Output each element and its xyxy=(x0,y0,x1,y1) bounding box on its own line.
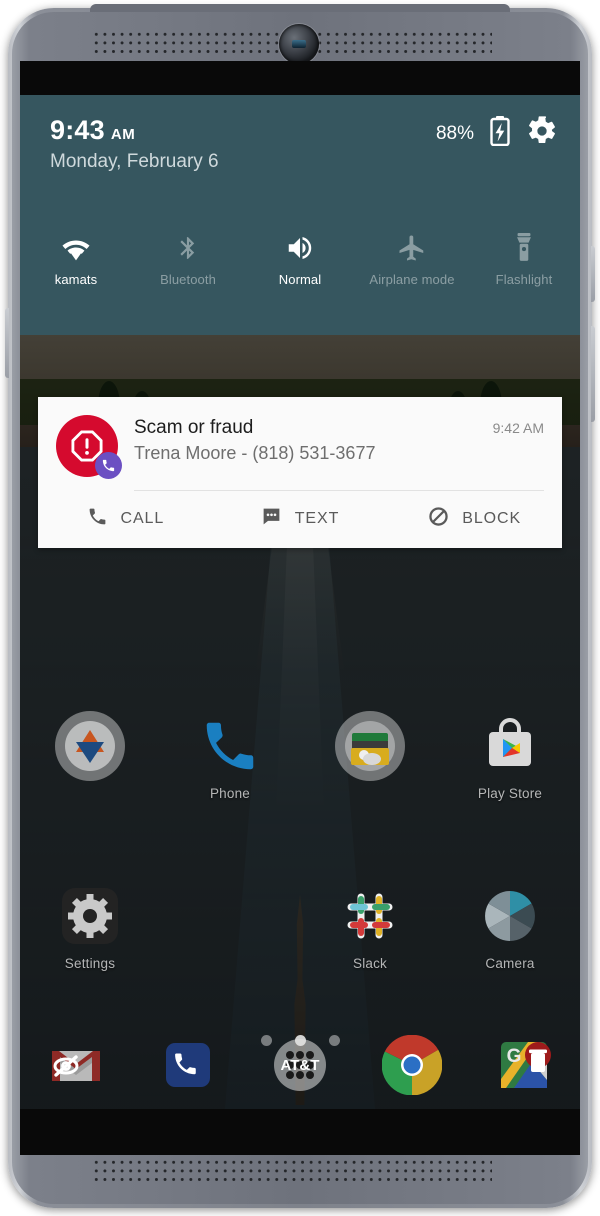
dock-item-gmail[interactable] xyxy=(20,1035,132,1095)
volume-up-icon xyxy=(284,233,316,263)
qs-tile-wifi[interactable]: kamats xyxy=(20,233,132,287)
status-indicators: 88% xyxy=(436,115,558,152)
dock-item-phone[interactable] xyxy=(132,1035,244,1095)
volume-button[interactable] xyxy=(591,326,595,422)
notification-card[interactable]: Scam or fraud 9:42 AM Trena Moore - (818… xyxy=(38,397,562,548)
app-label: Play Store xyxy=(477,786,543,801)
app-label: Phone xyxy=(209,786,251,801)
qs-tile-bluetooth[interactable]: Bluetooth xyxy=(132,233,244,287)
screen-bezel-top xyxy=(20,61,580,95)
phone-badge-icon xyxy=(95,452,122,479)
qs-tile-label: Flashlight xyxy=(495,272,553,287)
app-label: Slack xyxy=(352,956,387,971)
airplane-icon xyxy=(396,233,428,263)
phone-screen: Phone Play Store Settings Slack Camera A… xyxy=(20,61,580,1155)
qs-tile-volume[interactable]: Normal xyxy=(244,233,356,287)
app-row-1: Phone Play Store xyxy=(20,711,580,801)
notification-actions: CALL TEXT BLOCK xyxy=(38,491,562,548)
notification-action-text[interactable]: TEXT xyxy=(213,506,388,532)
block-icon xyxy=(428,506,449,532)
notification-action-call[interactable]: CALL xyxy=(38,506,213,532)
battery-percent-label: 88% xyxy=(435,122,474,144)
qs-tile-airplane-mode[interactable]: Airplane mode xyxy=(356,233,468,287)
clock-ampm: AM xyxy=(110,126,136,143)
camera-icon[interactable] xyxy=(479,885,541,947)
qs-tile-flashlight[interactable]: Flashlight xyxy=(468,233,580,287)
app-label: Settings xyxy=(64,956,116,971)
dock-item-chrome[interactable] xyxy=(356,1034,468,1096)
phone-app-icon[interactable] xyxy=(199,715,261,777)
front-camera xyxy=(279,24,319,64)
app-slot-empty xyxy=(160,885,300,971)
settings-gear-icon[interactable] xyxy=(59,885,121,947)
phone-device: Phone Play Store Settings Slack Camera A… xyxy=(0,0,600,1216)
message-bubble-icon xyxy=(261,506,282,532)
app-label: Camera xyxy=(485,956,535,971)
notification-subtitle: Trena Moore - (818) 531-3677 xyxy=(134,443,376,463)
app-settings[interactable]: Settings xyxy=(20,885,160,971)
screen-bezel-bottom xyxy=(20,1109,580,1155)
dock-item-google-maps[interactable]: G xyxy=(468,1035,580,1095)
svg-text:G: G xyxy=(507,1046,522,1067)
carrier-label: AT&T xyxy=(281,1057,320,1074)
app-row-2: Settings Slack Camera xyxy=(20,885,580,971)
notification-title: Scam or fraud xyxy=(134,417,254,438)
slack-icon[interactable] xyxy=(339,885,401,947)
notification-time: 9:42 AM xyxy=(492,420,544,436)
side-button-left[interactable] xyxy=(5,308,9,378)
blank-icon xyxy=(199,885,261,947)
folder-triangles-icon[interactable] xyxy=(55,711,125,781)
app-drawer-icon[interactable]: AT&T xyxy=(270,1035,330,1095)
dock: AT&T G xyxy=(20,1034,580,1096)
notification-action-label: BLOCK xyxy=(462,510,522,527)
battery-charging-icon xyxy=(489,116,511,151)
app-play-store[interactable]: Play Store xyxy=(440,715,580,801)
flashlight-icon xyxy=(513,233,535,263)
folder-weather-icon[interactable] xyxy=(335,711,405,781)
app-phone[interactable]: Phone xyxy=(160,715,300,801)
gmail-icon[interactable] xyxy=(46,1035,106,1095)
app-slack[interactable]: Slack xyxy=(300,885,440,971)
notification-action-label: TEXT xyxy=(294,510,340,527)
notification-text: Scam or fraud 9:42 AM Trena Moore - (818… xyxy=(118,415,544,477)
qs-tile-label: Normal xyxy=(278,272,322,287)
power-button[interactable] xyxy=(591,246,595,302)
gear-icon[interactable] xyxy=(526,115,558,152)
notification-action-label: CALL xyxy=(120,510,165,527)
qs-tile-label: Bluetooth xyxy=(160,272,216,287)
app-camera[interactable]: Camera xyxy=(440,885,580,971)
quick-settings-tiles: kamats Bluetooth Normal Airplane mode Fl… xyxy=(20,233,580,287)
date-label: Monday, February 6 xyxy=(50,151,219,172)
clock-time: 9:43 xyxy=(50,115,105,145)
qs-tile-label: Airplane mode xyxy=(369,272,455,287)
wifi-icon xyxy=(60,233,92,263)
play-store-icon[interactable] xyxy=(479,715,541,777)
app-folder-weather[interactable] xyxy=(300,711,440,801)
notification-avatar xyxy=(56,415,122,479)
bottom-speaker-grille xyxy=(92,1158,492,1185)
bluetooth-icon xyxy=(175,233,201,263)
notification-action-block[interactable]: BLOCK xyxy=(387,506,562,532)
app-folder-triangles[interactable] xyxy=(20,711,160,801)
phone-dock-icon[interactable] xyxy=(158,1035,218,1095)
dock-item-app-drawer[interactable]: AT&T xyxy=(244,1035,356,1095)
quick-settings-panel[interactable]: 9:43 AM Monday, February 6 88% kamats Bl… xyxy=(20,95,580,335)
phone-icon xyxy=(87,506,108,532)
notification-content: Scam or fraud 9:42 AM Trena Moore - (818… xyxy=(38,397,562,479)
chrome-icon[interactable] xyxy=(381,1034,443,1096)
qs-tile-label: kamats xyxy=(54,272,98,287)
google-maps-icon[interactable]: G xyxy=(494,1035,554,1095)
